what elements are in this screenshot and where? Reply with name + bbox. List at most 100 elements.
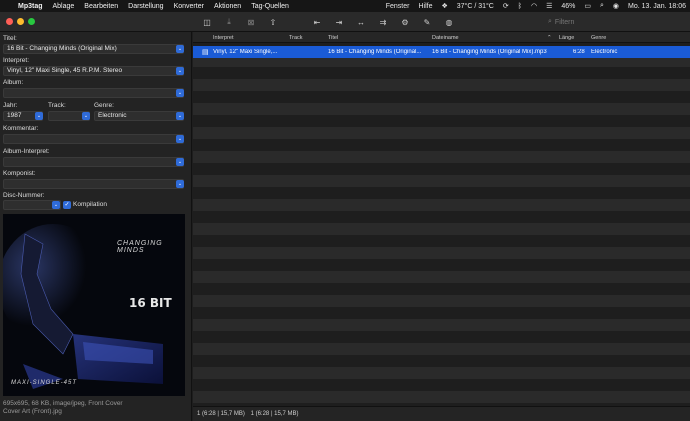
- menu-app[interactable]: Mp3tag: [18, 3, 43, 10]
- col-interpret[interactable]: Interpret: [213, 35, 233, 41]
- cover-bottom-text: MAXI-SINGLE-45T: [11, 380, 78, 386]
- album-field[interactable]: [3, 88, 184, 98]
- cell-interpret: Vinyl, 12" Maxi Single,...: [213, 49, 278, 55]
- menu-bar: Mp3tag Ablage Bearbeiten Darstellung Kon…: [0, 0, 690, 12]
- genre-label: Genre:: [94, 102, 114, 109]
- save-icon[interactable]: ⤓: [218, 12, 240, 32]
- cover-info-line2: Cover Art (Front).jpg: [3, 408, 62, 415]
- search-icon[interactable]: ⌕: [600, 2, 604, 10]
- album-interpret-label: Album-Interpret:: [3, 148, 50, 155]
- album-interpret-field[interactable]: [3, 157, 184, 167]
- titel-field[interactable]: 16 Bit - Changing Minds (Original Mix): [3, 44, 184, 54]
- remove-tag-icon[interactable]: ⊠: [240, 12, 262, 32]
- col-dateiname[interactable]: Dateiname: [432, 35, 459, 41]
- status-total: 1 (6:28 | 15,7 MB): [250, 411, 299, 417]
- col-laenge[interactable]: Länge: [559, 35, 574, 41]
- menubar-status: Fenster Hilfe ❖ 37°C / 31°C ⟳ ᛒ ◠ ☰ 46% …: [386, 0, 686, 12]
- kompilation-checkbox[interactable]: ✓: [63, 201, 71, 209]
- cell-genre: Electronic: [591, 49, 618, 55]
- status-bar: 1 (6:28 | 15,7 MB) 1 (6:28 | 15,7 MB): [193, 406, 690, 421]
- actions-icon[interactable]: ⚙: [394, 12, 416, 32]
- titel-label: Titel:: [3, 35, 17, 42]
- sort-chevron-icon: ⌃: [547, 35, 552, 41]
- menu-hilfe[interactable]: Hilfe: [418, 3, 432, 10]
- cell-dateiname: 16 Bit - Changing Minds (Original Mix).m…: [432, 49, 547, 55]
- col-genre[interactable]: Genre: [591, 35, 606, 41]
- col-track[interactable]: Track: [289, 35, 303, 41]
- komponist-dropdown-icon[interactable]: ⌄: [176, 180, 184, 188]
- menu-fenster[interactable]: Fenster: [386, 3, 410, 10]
- sync-icon[interactable]: ⟳: [503, 2, 509, 10]
- close-button[interactable]: [6, 18, 13, 25]
- siri-icon[interactable]: ◉: [613, 2, 619, 10]
- interpret-field[interactable]: Vinyl, 12" Maxi Single, 45 R.P.M. Stereo: [3, 66, 184, 76]
- cell-laenge: 6:28: [573, 49, 585, 55]
- dropbox-icon[interactable]: ❖: [441, 2, 447, 10]
- minimize-button[interactable]: [17, 18, 24, 25]
- track-dropdown-icon[interactable]: ⌄: [82, 112, 90, 120]
- toolbar: ◫ ⤓ ⊠ ⇧ ⇤ ⇥ ↔ ⇉ ⚙ ✎ ◍: [196, 12, 460, 32]
- menu-aktionen[interactable]: Aktionen: [214, 3, 241, 10]
- menu-bearbeiten[interactable]: Bearbeiten: [84, 3, 118, 10]
- menu-tag-quellen[interactable]: Tag-Quellen: [251, 3, 289, 10]
- status-selected: 1 (6:28 | 15,7 MB): [197, 411, 245, 417]
- cover-title-text: CHANGING MINDS: [117, 240, 163, 254]
- disc-label: Disc-Nummer:: [3, 192, 45, 199]
- album-label: Album:: [3, 79, 24, 86]
- kommentar-dropdown-icon[interactable]: ⌄: [176, 135, 184, 143]
- share-icon[interactable]: ⇧: [262, 12, 284, 32]
- kompilation-label: Kompilation: [73, 201, 107, 208]
- jahr-label: Jahr:: [3, 102, 18, 109]
- komponist-field[interactable]: [3, 179, 184, 189]
- sidebar-toggle-icon[interactable]: ◫: [196, 12, 218, 32]
- web-sources-icon[interactable]: ◍: [438, 12, 460, 32]
- track-label: Track:: [48, 102, 66, 109]
- filter-field[interactable]: ⌕ Filtern: [548, 16, 628, 28]
- interpret-dropdown-icon[interactable]: ⌄: [176, 67, 184, 75]
- menu-konverter[interactable]: Konverter: [174, 3, 204, 10]
- wifi-icon[interactable]: ◠: [531, 2, 537, 10]
- filter-input[interactable]: Filtern: [555, 19, 574, 26]
- genre-field[interactable]: Electronic: [94, 111, 184, 121]
- jahr-dropdown-icon[interactable]: ⌄: [35, 112, 43, 120]
- komponist-label: Komponist:: [3, 170, 36, 177]
- filename-to-tag-icon[interactable]: ⇥: [328, 12, 350, 32]
- kommentar-label: Kommentar:: [3, 125, 39, 132]
- window-controls: [6, 18, 35, 25]
- battery-status[interactable]: 46%: [561, 3, 575, 10]
- album-interpret-dropdown-icon[interactable]: ⌄: [176, 158, 184, 166]
- filter-search-icon: ⌕: [548, 18, 552, 25]
- file-rows: ▤ Vinyl, 12" Maxi Single,... 16 Bit - Ch…: [193, 43, 690, 406]
- menu-darstellung[interactable]: Darstellung: [128, 3, 163, 10]
- text-file-icon[interactable]: ⇉: [372, 12, 394, 32]
- bluetooth-icon[interactable]: ᛒ: [518, 3, 522, 10]
- kommentar-field[interactable]: [3, 134, 184, 144]
- column-header: Interpret Track Titel Dateiname ⌃ Länge …: [193, 32, 690, 43]
- tag-to-filename-icon[interactable]: ⇤: [306, 12, 328, 32]
- col-titel[interactable]: Titel: [328, 35, 338, 41]
- cover-art[interactable]: CHANGING MINDS 16 BIT MAXI-SINGLE-45T: [3, 214, 185, 396]
- interpret-label: Interpret:: [3, 57, 30, 64]
- mp3-file-icon: ▤: [202, 49, 209, 56]
- zoom-button[interactable]: [28, 18, 35, 25]
- genre-dropdown-icon[interactable]: ⌄: [176, 112, 184, 120]
- table-row[interactable]: ▤ Vinyl, 12" Maxi Single,... 16 Bit - Ch…: [193, 46, 690, 58]
- cover-logo-text: 16 BIT: [129, 296, 172, 310]
- file-list: Interpret Track Titel Dateiname ⌃ Länge …: [193, 32, 690, 421]
- disc-dropdown-icon[interactable]: ⌄: [52, 201, 60, 209]
- cover-info-line1: 695x695, 68 KB, image/jpeg, Front Cover: [3, 400, 123, 407]
- tag-to-tag-icon[interactable]: ↔: [350, 12, 372, 32]
- edit-icon[interactable]: ✎: [416, 12, 438, 32]
- datetime[interactable]: Mo. 13. Jan. 18:06: [628, 3, 686, 10]
- window-titlebar: ◫ ⤓ ⊠ ⇧ ⇤ ⇥ ↔ ⇉ ⚙ ✎ ◍ ⌕ Filtern: [0, 12, 690, 32]
- album-dropdown-icon[interactable]: ⌄: [176, 89, 184, 97]
- cell-titel: 16 Bit - Changing Minds (Original...: [328, 49, 422, 55]
- tag-panel: Titel: 16 Bit - Changing Minds (Original…: [0, 32, 192, 421]
- jahr-value: 1987: [7, 112, 22, 119]
- menu-ablage[interactable]: Ablage: [53, 3, 75, 10]
- control-center-icon[interactable]: ☰: [546, 2, 552, 10]
- titel-dropdown-icon[interactable]: ⌄: [176, 45, 184, 53]
- display-icon[interactable]: ▭: [584, 2, 591, 10]
- weather-status[interactable]: 37°C / 31°C: [457, 3, 494, 10]
